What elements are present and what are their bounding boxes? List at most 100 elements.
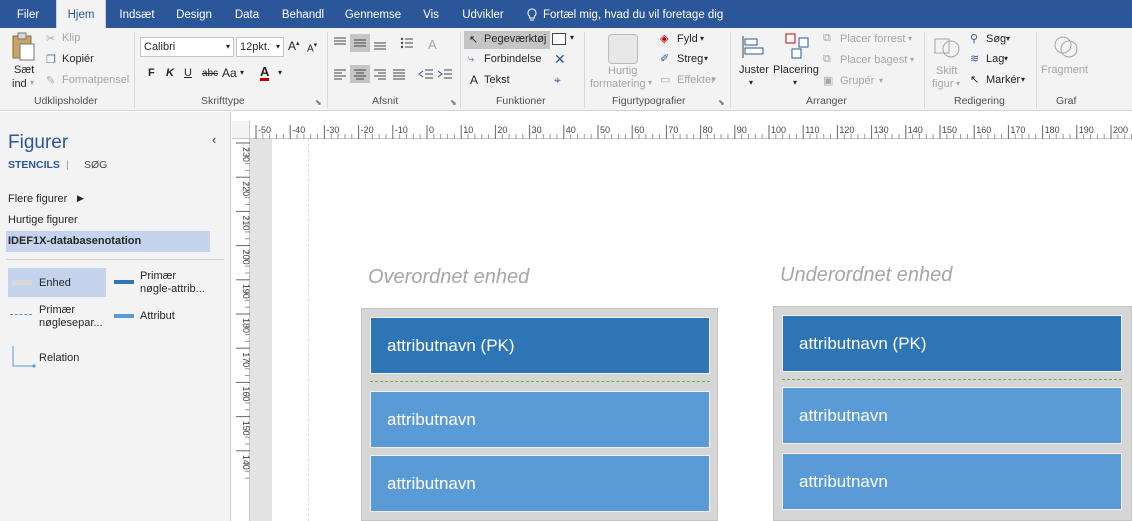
quick-styles-label[interactable]: Hurtig [608, 65, 637, 77]
increase-indent-icon[interactable] [437, 68, 453, 83]
quick-shapes-item[interactable]: Hurtige figurer [8, 214, 78, 226]
tab-view[interactable]: Vis [416, 0, 446, 28]
parent-attribute-1[interactable]: attributnavn [370, 391, 710, 448]
bullets-icon[interactable] [400, 36, 414, 53]
stencil-item-attribute[interactable]: Attribut [110, 307, 220, 327]
tab-insert[interactable]: Indsæt [112, 0, 162, 28]
decrease-indent-icon[interactable] [418, 68, 434, 83]
stencil-item-pk-separator[interactable]: Primær nøglesepar... [8, 302, 108, 332]
child-attribute-2[interactable]: attributnavn [782, 453, 1122, 510]
fill-button[interactable]: Fyld [677, 33, 698, 45]
tell-me-box[interactable]: Fortæl mig, hvad du vil foretage dig [543, 0, 723, 28]
grow-font-icon[interactable]: A▴ [288, 39, 300, 53]
justify-icon[interactable] [392, 68, 406, 83]
parent-attribute-2[interactable]: attributnavn [370, 455, 710, 512]
shrink-font-icon[interactable]: A▾ [307, 41, 317, 54]
tab-review[interactable]: Behandl [276, 0, 330, 28]
cut-button[interactable]: Klip [62, 32, 80, 44]
align-center-icon[interactable] [350, 65, 370, 83]
scissors-icon: ✂ [46, 33, 56, 45]
paste-button-label2[interactable]: ind [12, 78, 27, 90]
child-attribute-1[interactable]: attributnavn [782, 387, 1122, 444]
active-stencil[interactable]: IDEF1X-databasenotation [6, 231, 210, 252]
ruler-label: 140 [241, 455, 250, 470]
dialog-launcher-icon[interactable]: ⬊ [450, 98, 457, 107]
bold-button[interactable]: F [148, 67, 155, 79]
effects-button[interactable]: Effekter [677, 74, 715, 86]
fragment-button[interactable]: Fragment [1041, 64, 1088, 76]
copy-icon: ❐ [46, 54, 56, 66]
tab-data[interactable]: Data [228, 0, 266, 28]
change-shape-label[interactable]: Skift [936, 65, 957, 77]
paste-icon[interactable] [10, 32, 38, 64]
parent-pk-attribute[interactable]: attributnavn (PK) [370, 317, 710, 374]
child-entity-shape[interactable]: attributnavn (PK) attributnavn attributn… [773, 306, 1132, 521]
quick-styles-icon[interactable] [608, 34, 638, 64]
align-middle-icon[interactable] [350, 34, 370, 52]
italic-button[interactable]: K [166, 67, 174, 79]
font-size-value: 12pkt. [240, 41, 270, 53]
pointer-tool-button[interactable]: ↖ Pegeværktøj [464, 31, 550, 49]
strikethrough-button[interactable]: abc [202, 68, 218, 79]
line-button[interactable]: Streg [677, 53, 703, 65]
child-entity-heading[interactable]: Underordnet enhed [780, 264, 952, 287]
close-icon[interactable]: ✕ [554, 51, 566, 68]
quick-styles-label2[interactable]: formatering [590, 78, 646, 90]
connection-point-icon[interactable]: ⌖ [554, 73, 561, 88]
rectangle-icon[interactable] [552, 33, 566, 45]
fragment-icon[interactable] [1052, 33, 1080, 61]
underline-button[interactable]: U [184, 67, 192, 79]
collapse-panel-icon[interactable]: ‹ [212, 132, 216, 147]
tab-search[interactable]: SØG [84, 159, 107, 171]
align-shapes-icon[interactable] [740, 34, 766, 63]
tab-stencils[interactable]: STENCILS [8, 159, 60, 171]
font-family-select[interactable]: Calibri ▾ [140, 37, 234, 57]
ribbon-divider [327, 32, 328, 108]
child-pk-attribute[interactable]: attributnavn (PK) [782, 315, 1122, 372]
select-button[interactable]: Markér [986, 74, 1020, 86]
ribbon: Sæt ind ▾ ✂ Klip ❐ Kopiér ✎ Formatpensel… [0, 28, 1132, 111]
align-left-icon[interactable] [333, 68, 347, 83]
align-bottom-icon[interactable] [373, 38, 387, 55]
change-shape-icon[interactable] [932, 33, 962, 63]
tab-design[interactable]: Design [170, 0, 218, 28]
more-shapes-item[interactable]: Flere figurer [8, 193, 67, 205]
tab-developer[interactable]: Udvikler [456, 0, 510, 28]
text-direction-icon[interactable]: A [428, 37, 437, 52]
copy-button[interactable]: Kopiér [62, 53, 94, 65]
chevron-down-icon: ▾ [908, 34, 913, 43]
group-label-editing: Redigering [954, 95, 1005, 107]
group-button[interactable]: Grupér [840, 75, 874, 87]
align-right-icon[interactable] [373, 68, 387, 83]
send-back-button[interactable]: Placer bagest [840, 54, 907, 66]
tab-file[interactable]: Filer [8, 0, 48, 28]
bring-front-button[interactable]: Placer forrest [840, 33, 905, 45]
chevron-down-icon: ▾ [910, 55, 915, 64]
align-top-icon[interactable] [333, 36, 347, 51]
align-shapes-button[interactable]: Juster [739, 64, 769, 76]
font-size-select[interactable]: 12pkt. ▾ [236, 37, 284, 57]
connector-tool-button[interactable]: Forbindelse [484, 53, 541, 65]
font-color-button[interactable]: A [260, 65, 270, 81]
ruler-ticks: -50 -40 -30 -20 -10 0 10 20 30 40 50 60 70 80 90 100 110… [255, 125, 1132, 139]
find-button[interactable]: Søg [986, 33, 1006, 45]
position-button[interactable]: Placering [773, 64, 819, 76]
position-icon[interactable] [784, 32, 810, 63]
stencil-item-relation[interactable]: Relation [8, 344, 128, 370]
format-painter-button[interactable]: Formatpensel [62, 74, 129, 86]
parent-entity-shape[interactable]: attributnavn (PK) attributnavn attributn… [361, 308, 718, 521]
dialog-launcher-icon[interactable]: ⬊ [315, 98, 322, 107]
text-tool-button[interactable]: Tekst [484, 74, 510, 86]
stencil-item-pk-attribute[interactable]: Primær nøgle-attrib... [110, 268, 220, 298]
parent-entity-heading[interactable]: Overordnet enhed [368, 266, 529, 289]
stencil-item-entity[interactable]: Enhed [8, 268, 106, 297]
change-case-button[interactable]: Aa [222, 66, 237, 80]
layers-button[interactable]: Lag [986, 53, 1004, 65]
group-label-font: Skrifttype [201, 95, 245, 107]
dialog-launcher-icon[interactable]: ⬊ [718, 98, 725, 107]
tab-review2[interactable]: Gennemse [340, 0, 406, 28]
change-shape-label2[interactable]: figur [932, 78, 953, 90]
tab-home[interactable]: Hjem [56, 0, 106, 28]
paste-button-label[interactable]: Sæt [14, 64, 34, 76]
chevron-down-icon: ▾ [278, 68, 283, 77]
